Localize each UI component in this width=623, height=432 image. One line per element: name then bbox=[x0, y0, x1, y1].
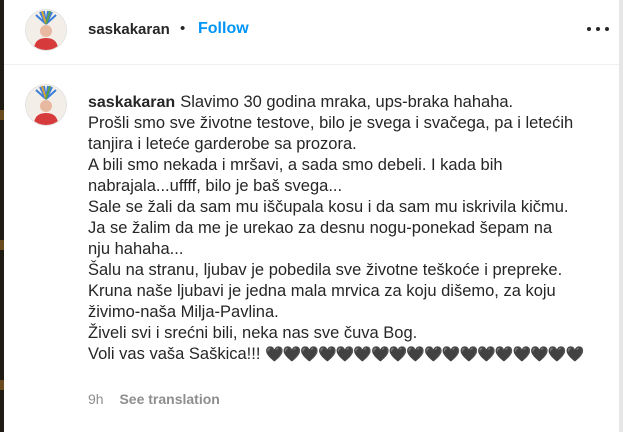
post-header: saskakaran • Follow bbox=[4, 0, 619, 65]
caption-line: Ja se žalim da me je urekao za desnu nog… bbox=[88, 219, 553, 237]
profile-picture-icon bbox=[26, 10, 66, 50]
post-caption-block: saskakaran Slavimo 30 godina mraka, ups-b… bbox=[4, 65, 619, 432]
black-heart-icons: 🖤🖤🖤🖤🖤🖤🖤🖤🖤🖤🖤🖤🖤🖤🖤🖤🖤🖤 bbox=[265, 346, 584, 363]
caption-line: Prošli smo sve životne testove, bilo je … bbox=[88, 114, 574, 132]
avatar[interactable] bbox=[26, 10, 66, 50]
more-options-icon[interactable] bbox=[587, 18, 609, 40]
separator-dot: • bbox=[180, 20, 186, 37]
background-edge-right bbox=[619, 0, 623, 432]
closing-line: Voli vas vaša Saškica!!! bbox=[88, 345, 261, 363]
caption-text: saskakaran Slavimo 30 godina mraka, ups-b… bbox=[88, 92, 608, 365]
caption-username[interactable]: saskakaran bbox=[88, 94, 175, 111]
caption-line: nabrajala...uffff, bilo je baš svega... bbox=[88, 177, 343, 195]
caption-line: Slavimo 30 godina mraka, ups-braka hahah… bbox=[180, 93, 514, 111]
timestamp[interactable]: 9h bbox=[88, 391, 104, 407]
see-translation-button[interactable]: See translation bbox=[119, 391, 219, 407]
caption-line: A bili smo nekada i mršavi, a sada smo d… bbox=[88, 156, 503, 174]
follow-button[interactable]: Follow bbox=[198, 20, 249, 38]
caption-line: Sale se žali da sam mu iščupala kosu i d… bbox=[88, 198, 569, 216]
avatar[interactable] bbox=[26, 85, 66, 125]
caption-line: nju hahaha... bbox=[88, 240, 184, 258]
caption-line: Živeli svi i srećni bili, neka nas sve č… bbox=[88, 324, 418, 342]
caption-line: živimo-naša Milja-Pavlina. bbox=[88, 303, 279, 321]
caption-line: Šalu na stranu, ljubav je pobedila sve ž… bbox=[88, 261, 563, 279]
header-username[interactable]: saskakaran bbox=[88, 21, 170, 38]
post-meta: 9h See translation bbox=[88, 391, 220, 407]
profile-picture-icon bbox=[26, 85, 66, 125]
caption-line: Kruna naše ljubavi je jedna mala mrvica … bbox=[88, 282, 556, 300]
caption-line: tanjira i leteće garderobe sa prozora. bbox=[88, 135, 357, 153]
